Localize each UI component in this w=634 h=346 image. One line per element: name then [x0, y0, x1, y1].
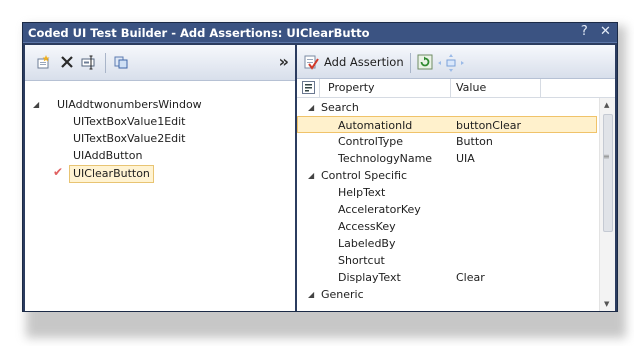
tree-node-label: UITextBoxValue2Edit	[73, 132, 186, 145]
tree-node[interactable]: UITextBoxValue2Edit	[73, 131, 186, 148]
grid-row[interactable]: ControlType Button	[297, 133, 597, 150]
collapse-triangle-icon[interactable]: ◢	[308, 99, 314, 116]
vertical-scrollbar[interactable]: ▲ ≡ ▼	[599, 98, 615, 311]
grid-row[interactable]: Shortcut	[297, 252, 597, 269]
grid-row[interactable]: TechnologyName UIA	[297, 150, 597, 167]
property-name: TechnologyName	[338, 152, 433, 165]
category-label: Search	[321, 101, 359, 114]
property-name: ControlType	[338, 135, 404, 148]
close-button[interactable]: ✕	[599, 24, 612, 39]
toolbar-separator	[105, 53, 106, 73]
title-bar[interactable]: Coded UI Test Builder - Add Assertions: …	[23, 23, 617, 43]
add-assertion-button[interactable]: Add Assertion	[301, 51, 404, 75]
tree-node[interactable]: UITextBoxValue1Edit	[73, 114, 186, 131]
categorized-view-icon[interactable]	[302, 81, 315, 97]
tree-node-label: UIAddtwonumbersWindow	[57, 98, 202, 111]
property-name: AutomationId	[338, 119, 413, 132]
tree-node-label: UIClearButton	[69, 165, 154, 183]
move-icon[interactable]	[438, 54, 464, 72]
grid-row-selected[interactable]: AutomationId buttonClear	[297, 116, 597, 133]
grid-row[interactable]: HelpText	[297, 184, 597, 201]
left-toolbar: »	[25, 45, 295, 81]
grid-row[interactable]: AccessKey	[297, 218, 597, 235]
category-label: Control Specific	[321, 169, 408, 182]
property-name: HelpText	[338, 186, 386, 199]
column-divider[interactable]	[450, 79, 451, 98]
add-assertion-icon	[303, 54, 319, 73]
property-name: LabeledBy	[338, 237, 396, 250]
grid-category-row[interactable]: ◢ Control Specific	[297, 167, 597, 184]
properties-grid: ◢ Search AutomationId buttonClear Contro…	[297, 99, 597, 311]
right-toolbar: Add Assertion	[297, 45, 615, 79]
tree-node-label: UITextBoxValue1Edit	[73, 115, 186, 128]
column-header-property[interactable]: Property	[328, 81, 375, 94]
delete-icon[interactable]	[59, 54, 75, 70]
refresh-icon[interactable]	[417, 54, 433, 70]
collapse-triangle-icon[interactable]: ◢	[33, 97, 39, 113]
window-title: Coded UI Test Builder - Add Assertions: …	[28, 26, 370, 40]
toolbar-separator	[410, 53, 411, 73]
coded-ui-test-builder-window: Coded UI Test Builder - Add Assertions: …	[22, 22, 618, 312]
property-name: AcceleratorKey	[338, 203, 421, 216]
column-header-value[interactable]: Value	[456, 81, 486, 94]
scrollbar-thumb[interactable]	[603, 114, 613, 232]
ui-control-map-pane: » ◢ UIAddtwonumbersWindow UITextBoxValue…	[25, 45, 295, 311]
help-button[interactable]: ?	[578, 24, 591, 39]
property-name: Shortcut	[338, 254, 385, 267]
grid-row[interactable]: DisplayText Clear	[297, 269, 597, 286]
properties-pane: Add Assertion Property Value ◢ Search Au…	[297, 45, 615, 311]
column-divider[interactable]	[540, 79, 541, 98]
collapse-triangle-icon[interactable]: ◢	[308, 167, 314, 184]
scroll-up-arrow-icon[interactable]: ▲	[604, 101, 609, 109]
grid-row[interactable]: AcceleratorKey	[297, 201, 597, 218]
toolbar-overflow-chevron-icon[interactable]: »	[279, 52, 289, 71]
grid-category-row[interactable]: ◢ Generic	[297, 286, 597, 303]
property-name: AccessKey	[338, 220, 396, 233]
rename-icon[interactable]	[81, 54, 97, 70]
property-value[interactable]: Clear	[456, 269, 485, 286]
tree-node-label: UIAddButton	[73, 149, 143, 162]
add-control-icon[interactable]	[35, 54, 51, 70]
grid-category-row[interactable]: ◢ Search	[297, 99, 597, 116]
scroll-down-arrow-icon[interactable]: ▼	[604, 300, 609, 308]
property-value[interactable]: UIA	[456, 150, 475, 167]
category-label: Generic	[321, 288, 364, 301]
grid-header: Property Value	[297, 79, 615, 98]
copy-icon[interactable]	[113, 54, 129, 70]
grid-row[interactable]: LabeledBy	[297, 235, 597, 252]
property-value[interactable]: buttonClear	[456, 117, 521, 134]
column-divider[interactable]	[319, 79, 320, 98]
checkmark-icon: ✔	[53, 165, 64, 179]
property-name: DisplayText	[338, 271, 401, 284]
scrollbar-grip-icon: ≡	[603, 152, 610, 161]
property-value[interactable]: Button	[456, 133, 493, 150]
tree-node[interactable]: UIAddButton	[73, 148, 142, 165]
collapse-triangle-icon[interactable]: ◢	[308, 286, 314, 303]
add-assertion-label: Add Assertion	[324, 55, 404, 69]
title-buttons: ? ✕	[574, 24, 612, 39]
